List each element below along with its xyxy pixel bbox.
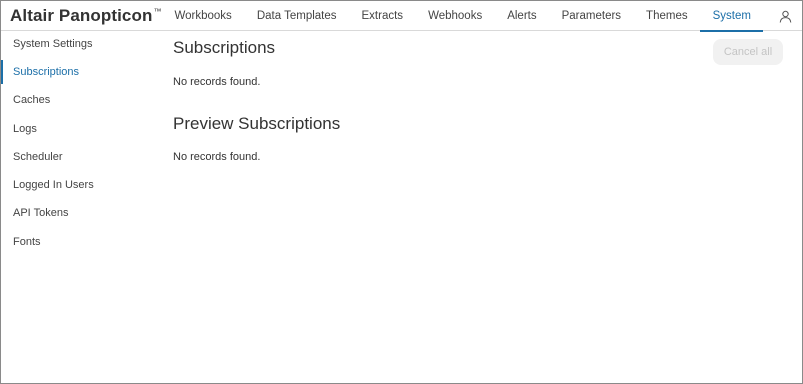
tab-webhooks[interactable]: Webhooks — [416, 1, 495, 31]
sidebar-item-logs[interactable]: Logs — [1, 115, 156, 143]
sidebar-item-fonts[interactable]: Fonts — [1, 228, 156, 256]
preview-subscriptions-title: Preview Subscriptions — [173, 114, 341, 133]
sidebar-item-scheduler[interactable]: Scheduler — [1, 143, 156, 171]
logo-text: Altair Panopticon — [10, 6, 153, 25]
sidebar-item-logged-in-users[interactable]: Logged In Users — [1, 171, 156, 199]
sidebar: System Settings Subscriptions Caches Log… — [1, 31, 156, 382]
tab-system[interactable]: System — [700, 1, 764, 32]
sidebar-item-subscriptions[interactable]: Subscriptions — [1, 58, 156, 86]
sidebar-item-system-settings[interactable]: System Settings — [1, 31, 156, 58]
app-logo[interactable]: Altair Panopticon™ — [10, 6, 162, 26]
tab-parameters[interactable]: Parameters — [549, 1, 633, 31]
main-content: Subscriptions No records found. Preview … — [173, 31, 793, 382]
preview-subscriptions-empty-message: No records found. — [173, 151, 261, 163]
sidebar-item-api-tokens[interactable]: API Tokens — [1, 199, 156, 227]
subscriptions-empty-message: No records found. — [173, 76, 261, 88]
top-bar: Altair Panopticon™ Workbooks Data Templa… — [1, 1, 802, 32]
logo-trademark: ™ — [153, 7, 162, 16]
main-nav: Workbooks Data Templates Extracts Webhoo… — [162, 1, 764, 32]
tab-data-templates[interactable]: Data Templates — [244, 1, 349, 31]
cancel-all-button[interactable]: Cancel all — [713, 39, 783, 65]
sidebar-item-caches[interactable]: Caches — [1, 86, 156, 114]
subscriptions-title: Subscriptions — [173, 38, 276, 57]
tab-extracts[interactable]: Extracts — [349, 1, 416, 31]
tab-workbooks[interactable]: Workbooks — [162, 1, 244, 31]
tab-alerts[interactable]: Alerts — [495, 1, 549, 31]
user-icon[interactable] — [779, 10, 792, 23]
tab-themes[interactable]: Themes — [634, 1, 701, 31]
